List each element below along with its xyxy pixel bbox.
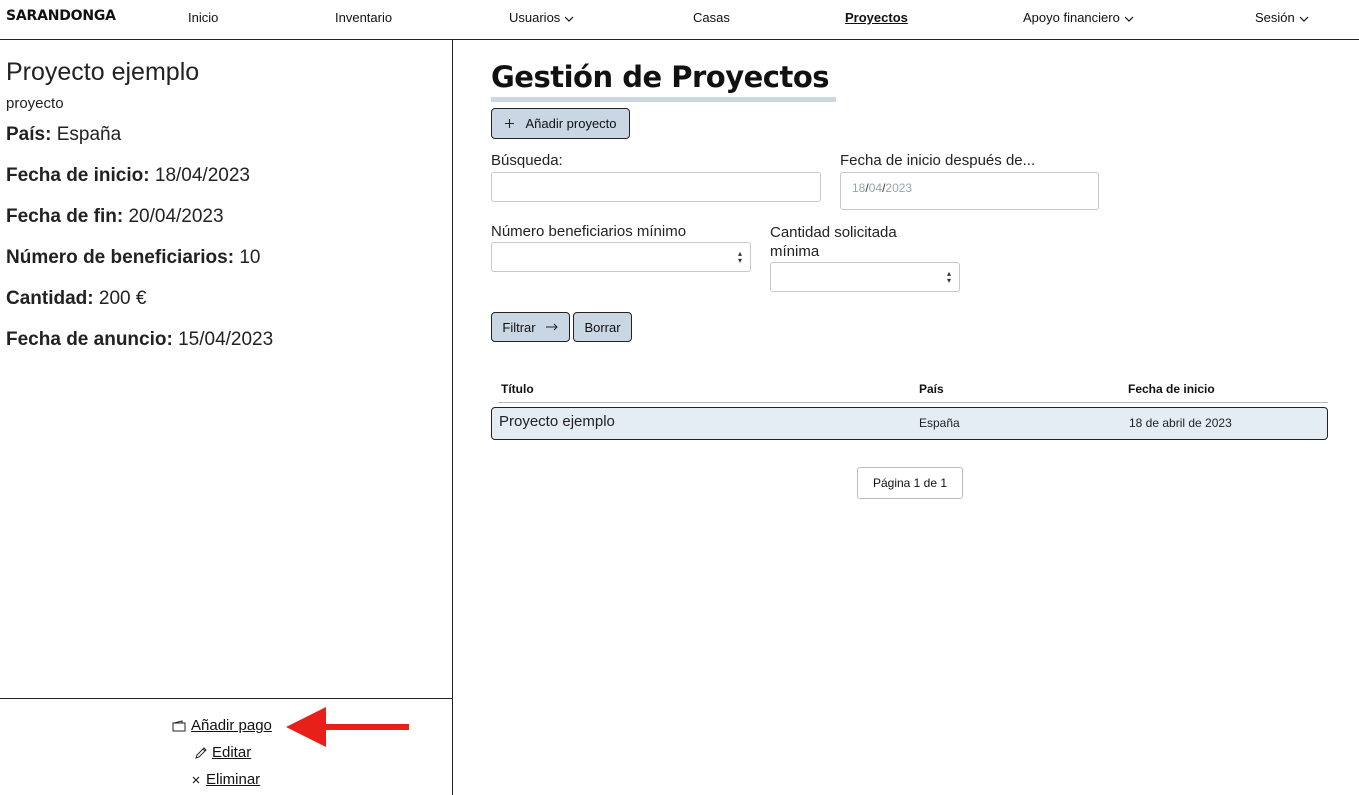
annotation-arrow-icon	[286, 707, 409, 747]
detail-beneficiarios: Número de beneficiarios: 10	[6, 247, 260, 269]
top-navbar: SARANDONGA Inicio Inventario Usuarios Ca…	[0, 0, 1359, 40]
filter-button[interactable]: Filtrar	[491, 312, 570, 342]
nav-casas[interactable]: Casas	[693, 10, 730, 25]
amount-label-line2: mínima	[770, 243, 820, 260]
detail-label: Número de beneficiarios:	[6, 247, 235, 268]
amount-label: Cantidad solicitada mínima	[770, 223, 897, 261]
row-title: Proyecto ejemplo	[499, 413, 615, 430]
detail-fecha-anuncio: Fecha de anuncio: 15/04/2023	[6, 329, 273, 351]
project-detail-panel: Proyecto ejemplo proyecto País: España F…	[0, 40, 453, 795]
col-header-pais[interactable]: País	[919, 382, 944, 396]
detail-fecha-fin: Fecha de fin: 20/04/2023	[6, 206, 224, 228]
detail-value: 15/04/2023	[178, 329, 274, 350]
add-payment-label: Añadir pago	[191, 717, 272, 734]
col-header-titulo[interactable]: Título	[501, 382, 534, 396]
search-input[interactable]	[491, 172, 821, 202]
wallet-icon	[172, 720, 186, 732]
add-project-label: Añadir proyecto	[525, 116, 617, 131]
chevron-down-icon	[1299, 16, 1309, 22]
clear-button[interactable]: Borrar	[573, 312, 632, 342]
detail-pais: País: España	[6, 124, 121, 146]
add-payment-link[interactable]: Añadir pago	[172, 717, 272, 734]
detail-value: 18/04/2023	[154, 165, 250, 186]
detail-label: Fecha de anuncio:	[6, 329, 173, 350]
nav-apoyo-financiero[interactable]: Apoyo financiero	[1023, 10, 1134, 25]
detail-label: Fecha de fin:	[6, 206, 124, 227]
detail-value: 10	[239, 247, 261, 268]
beneficiaries-label: Número beneficiarios mínimo	[491, 223, 687, 240]
brand-logo[interactable]: SARANDONGA	[6, 8, 116, 24]
detail-label: País:	[6, 124, 52, 145]
close-icon	[192, 776, 200, 784]
nav-proyectos[interactable]: Proyectos	[845, 10, 908, 25]
detail-value: 200 €	[98, 288, 147, 309]
title-underline	[491, 97, 836, 102]
nav-usuarios-label: Usuarios	[509, 10, 561, 25]
nav-inicio[interactable]: Inicio	[188, 10, 218, 25]
delete-link[interactable]: Eliminar	[190, 771, 260, 788]
edit-link[interactable]: Editar	[194, 744, 251, 761]
row-start: 18 de abril de 2023	[1129, 416, 1232, 430]
date-day: 18	[852, 181, 866, 195]
table-header-divider	[498, 402, 1328, 403]
detail-label: Fecha de inicio:	[6, 165, 150, 186]
nav-apoyo-label: Apoyo financiero	[1023, 10, 1120, 25]
nav-inventario[interactable]: Inventario	[335, 10, 392, 25]
chevron-down-icon	[564, 16, 574, 22]
detail-fecha-inicio: Fecha de inicio: 18/04/2023	[6, 165, 250, 187]
edit-label: Editar	[212, 744, 252, 761]
date-value: 18/04/2023	[852, 181, 913, 195]
spinner-icon[interactable]: ▴ ▾	[738, 250, 742, 265]
nav-sesion[interactable]: Sesión	[1255, 10, 1309, 25]
pencil-icon	[195, 747, 207, 759]
min-beneficiaries-input[interactable]: ▴ ▾	[491, 242, 751, 272]
nav-sesion-label: Sesión	[1255, 10, 1295, 25]
detail-value: 20/04/2023	[128, 206, 224, 227]
date-year: 2023	[885, 181, 913, 195]
date-label: Fecha de inicio después de...	[840, 152, 1036, 169]
nav-usuarios[interactable]: Usuarios	[509, 10, 574, 25]
page-title: Gestión de Proyectos	[491, 60, 830, 94]
date-month: 04	[868, 181, 883, 195]
add-project-button[interactable]: Añadir proyecto	[491, 108, 630, 139]
detail-value: España	[56, 124, 122, 145]
detail-cantidad: Cantidad: 200 €	[6, 288, 146, 310]
amount-label-line1: Cantidad solicitada	[770, 224, 897, 241]
table-row[interactable]: Proyecto ejemplo España 18 de abril de 2…	[491, 407, 1328, 440]
col-header-fecha[interactable]: Fecha de inicio	[1128, 382, 1215, 396]
spinner-icon[interactable]: ▴ ▾	[947, 270, 951, 285]
filter-label: Filtrar	[502, 319, 536, 335]
detail-subtitle: proyecto	[6, 95, 64, 112]
search-label: Búsqueda:	[491, 152, 563, 169]
arrow-right-icon	[545, 323, 558, 331]
min-amount-input[interactable]: ▴ ▾	[770, 262, 960, 292]
plus-icon	[505, 119, 515, 128]
pagination: Página 1 de 1	[857, 467, 963, 499]
projects-main: Gestión de Proyectos Añadir proyecto Bús…	[454, 40, 1359, 795]
detail-title: Proyecto ejemplo	[6, 58, 200, 86]
delete-label: Eliminar	[206, 771, 261, 788]
detail-label: Cantidad:	[6, 288, 94, 309]
chevron-down-icon	[1124, 16, 1134, 22]
row-country: España	[919, 416, 960, 430]
start-date-input[interactable]: 18/04/2023	[840, 172, 1099, 210]
